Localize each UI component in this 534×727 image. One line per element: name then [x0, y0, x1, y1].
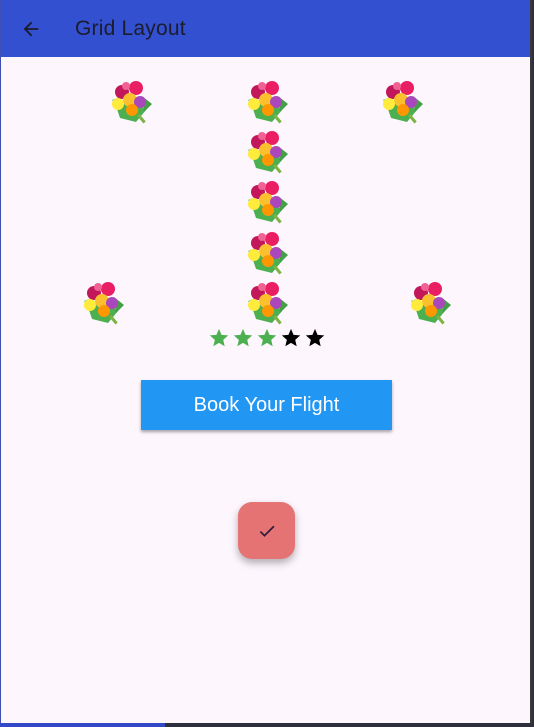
bouquet-image: [106, 76, 156, 126]
book-flight-button[interactable]: Book Your Flight: [141, 380, 392, 430]
bouquet-image: [242, 126, 292, 176]
bouquet-image: [242, 227, 292, 277]
taskbar-accent: [0, 723, 165, 727]
confirm-fab[interactable]: [238, 502, 295, 559]
bouquet-image: [242, 277, 292, 327]
star-icon[interactable]: [256, 327, 278, 349]
bouquet-image: [405, 277, 455, 327]
bouquet-image: [377, 76, 427, 126]
star-rating[interactable]: [208, 327, 326, 349]
app-window: Grid Layout Book Your Flight: [0, 0, 532, 723]
star-icon[interactable]: [280, 327, 302, 349]
page-title: Grid Layout: [75, 16, 186, 40]
arrow-left-icon: [23, 21, 39, 36]
star-icon[interactable]: [304, 327, 326, 349]
app-bar: Grid Layout: [1, 0, 530, 57]
star-icon[interactable]: [232, 327, 254, 349]
check-icon: [259, 525, 274, 537]
star-icon[interactable]: [208, 327, 230, 349]
bouquet-image: [242, 176, 292, 226]
bouquet-image: [78, 277, 128, 327]
bouquet-image: [242, 76, 292, 126]
back-button[interactable]: [16, 14, 46, 44]
